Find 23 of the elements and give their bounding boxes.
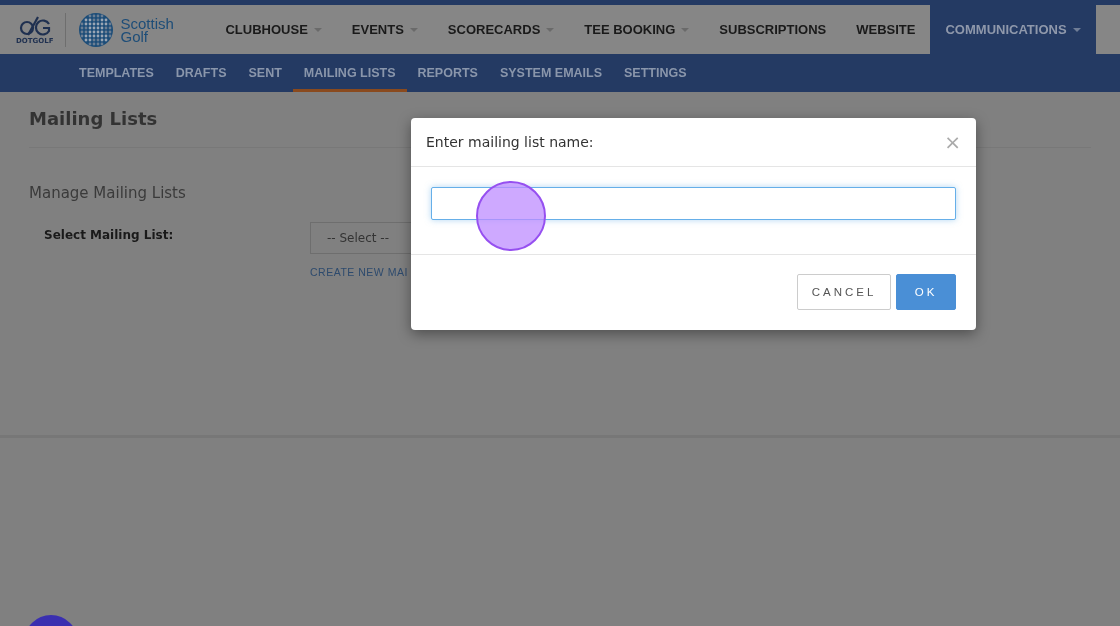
ok-button[interactable]: OK (896, 274, 956, 310)
nav-item[interactable]: WEBSITE (841, 5, 931, 54)
subnav-tab[interactable]: SENT (237, 57, 293, 92)
subnav-tab[interactable]: REPORTS (406, 57, 489, 92)
section-heading: Manage Mailing Lists (29, 184, 187, 202)
subnav-tab[interactable]: SETTINGS (613, 57, 698, 92)
field-label: Select Mailing List: (44, 227, 175, 244)
logo-icon (18, 14, 51, 37)
globe-icon (78, 11, 115, 48)
subnav-tab[interactable]: TEMPLATES (68, 57, 165, 92)
subnav-tab[interactable]: SYSTEM EMAILS (488, 57, 614, 92)
nav-item[interactable]: COMMUNICATIONS (930, 5, 1096, 54)
close-button[interactable]: × (944, 130, 961, 154)
nav-item[interactable]: SCORECARDS (432, 5, 570, 54)
partner-name: Scottish Golf (120, 16, 175, 43)
nav-item[interactable]: TEE BOOKING (569, 5, 705, 54)
nav-item[interactable]: EVENTS (336, 5, 433, 54)
page-title: Mailing Lists (29, 108, 159, 129)
nav-item[interactable]: SUBSCRIPTIONS (704, 5, 842, 54)
nav-item[interactable]: CLUBHOUSE (210, 5, 337, 54)
dialog-title: Enter mailing list name: (426, 134, 594, 150)
subnav-tab[interactable]: DRAFTS (164, 57, 238, 92)
cancel-button[interactable]: CANCEL (797, 274, 891, 310)
